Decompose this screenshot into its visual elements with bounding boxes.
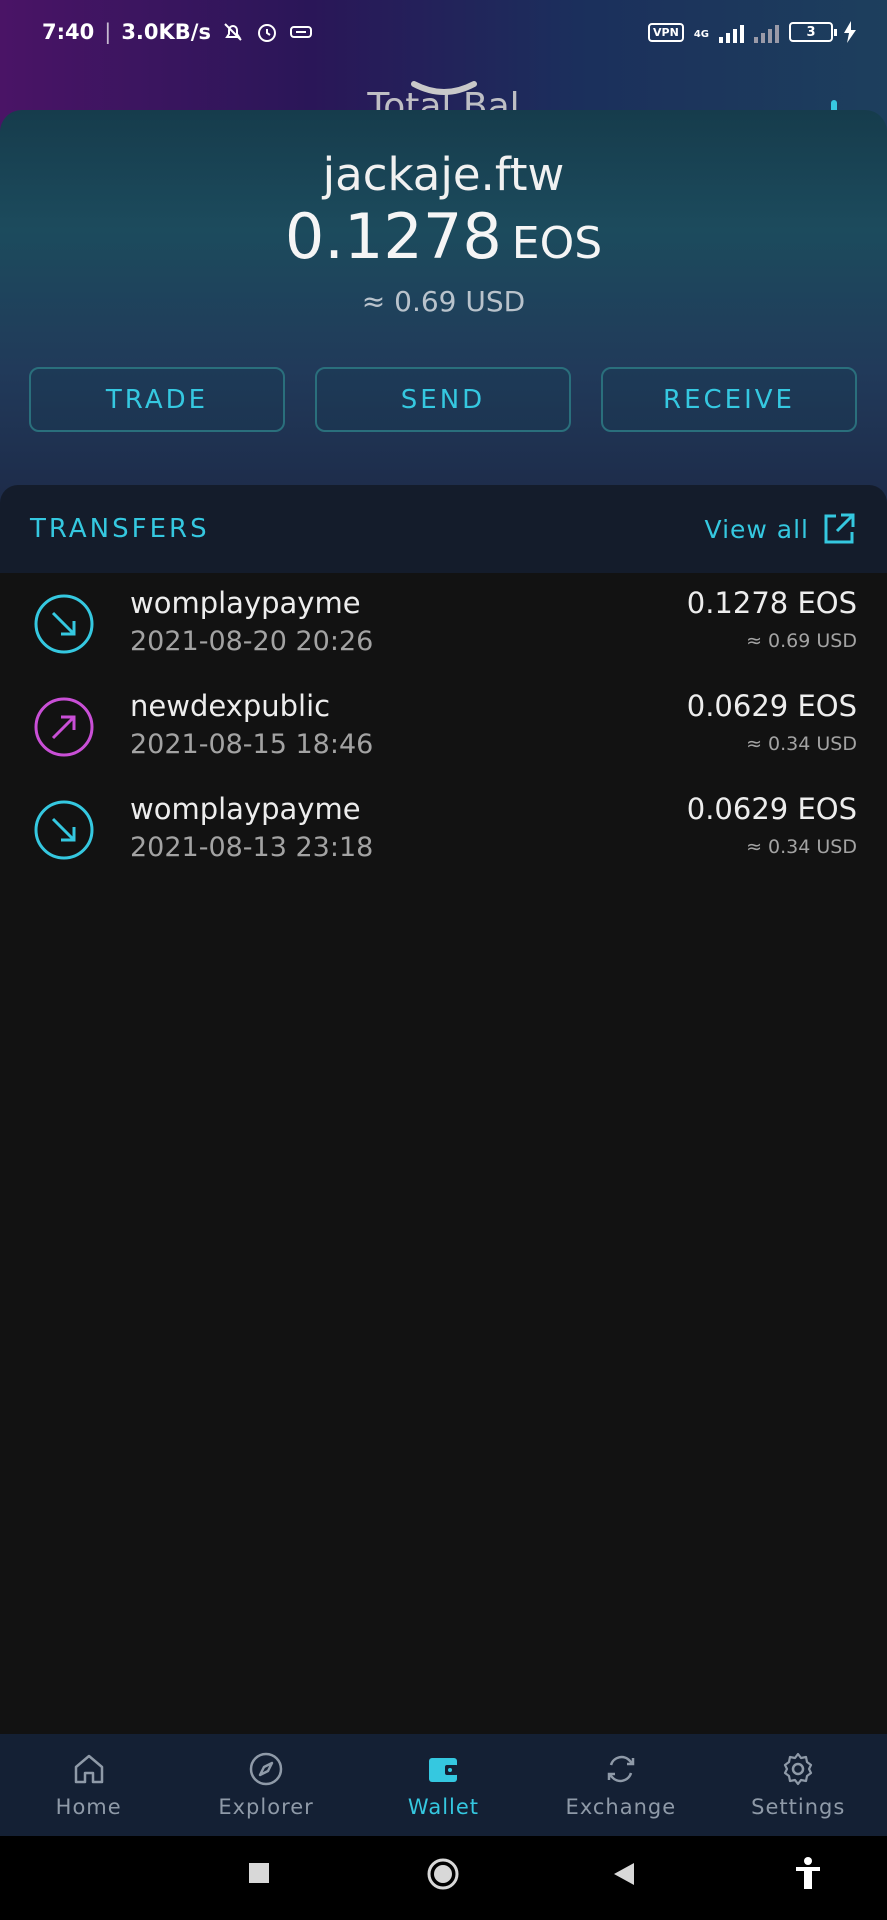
transfer-row[interactable]: newdexpublic 2021-08-15 18:46 0.0629 EOS… [0, 676, 887, 779]
balance-amount: 0.1278 EOS [0, 200, 887, 273]
transfer-row[interactable]: womplaypayme 2021-08-20 20:26 0.1278 EOS… [0, 573, 887, 676]
transfer-date: 2021-08-20 20:26 [130, 626, 374, 657]
balance-fiat: ≈ 0.69 USD [361, 285, 526, 318]
collapse-handle-icon[interactable] [410, 80, 478, 98]
nav-home[interactable]: Home [4, 1751, 174, 1819]
transfer-date: 2021-08-13 23:18 [130, 832, 374, 863]
external-link-icon [824, 513, 855, 544]
outgoing-arrow-icon [34, 697, 94, 757]
transfer-name: womplaypayme [130, 792, 361, 826]
transfer-name: womplaypayme [130, 586, 361, 620]
transfer-amount: 0.1278 EOS [686, 586, 857, 620]
nav-wallet-label: Wallet [407, 1795, 480, 1819]
send-button[interactable]: SEND [315, 367, 571, 432]
transfer-name: newdexpublic [130, 689, 331, 723]
incoming-arrow-icon [34, 800, 94, 860]
transfers-title: TRANSFERS [30, 514, 210, 544]
vpn-badge: VPN [648, 22, 684, 42]
balance-value: 0.1278 [284, 200, 502, 273]
accessibility-icon[interactable] [794, 1856, 822, 1890]
home-button-icon[interactable] [427, 1858, 459, 1890]
mute-icon [224, 23, 242, 41]
nav-home-label: Home [55, 1795, 122, 1819]
system-navigation-bar [0, 1836, 887, 1920]
transfer-fiat: ≈ 0.69 USD [746, 630, 857, 652]
data-saver-icon [289, 26, 312, 38]
receive-button[interactable]: RECEIVE [601, 367, 857, 432]
network-speed: 3.0KB/s [121, 20, 211, 44]
separator: | [104, 20, 112, 44]
transfer-fiat: ≈ 0.34 USD [746, 733, 857, 755]
battery-icon: 3 [789, 22, 837, 42]
network-type: 4G [693, 29, 709, 40]
signal-icon [719, 21, 744, 43]
transfer-list: womplaypayme 2021-08-20 20:26 0.1278 EOS… [0, 573, 887, 882]
bottom-navigation: Home Explorer Wallet Exchange Settings [0, 1734, 887, 1836]
back-icon[interactable] [613, 1862, 635, 1886]
wallet-icon [429, 1758, 459, 1782]
recents-icon[interactable] [248, 1862, 270, 1884]
balance-unit: EOS [511, 218, 603, 269]
nav-wallet[interactable]: Wallet [358, 1751, 528, 1819]
nav-exchange-label: Exchange [565, 1795, 677, 1819]
status-bar: 7:40 | 3.0KB/s VPN 4G 3 [0, 0, 887, 64]
account-name: jackaje.ftw [322, 148, 565, 201]
battery-level: 3 [806, 24, 816, 40]
transfer-row[interactable]: womplaypayme 2021-08-13 23:18 0.0629 EOS… [0, 779, 887, 882]
nav-explorer[interactable]: Explorer [181, 1751, 351, 1819]
home-icon [74, 1754, 103, 1784]
transfer-amount: 0.0629 EOS [686, 689, 857, 723]
transfer-date: 2021-08-15 18:46 [130, 729, 374, 760]
exchange-icon [607, 1755, 635, 1783]
nav-settings-label: Settings [751, 1795, 846, 1819]
nav-explorer-label: Explorer [218, 1795, 314, 1819]
transfers-header: TRANSFERS View all [0, 485, 887, 573]
view-all-label: View all [704, 514, 809, 544]
trade-button[interactable]: TRADE [29, 367, 285, 432]
action-buttons: TRADE SEND RECEIVE [29, 367, 857, 432]
clock: 7:40 [42, 20, 95, 44]
gear-icon [784, 1752, 813, 1786]
signal-2-icon [754, 21, 779, 43]
compass-icon [249, 1752, 283, 1786]
transfer-fiat: ≈ 0.34 USD [746, 836, 857, 858]
view-all-link[interactable]: View all [705, 511, 857, 547]
charging-icon [844, 21, 856, 43]
nav-exchange[interactable]: Exchange [536, 1751, 706, 1819]
transfer-amount: 0.0629 EOS [686, 792, 857, 826]
alarm-icon [257, 24, 276, 42]
nav-settings[interactable]: Settings [713, 1751, 883, 1819]
incoming-arrow-icon [34, 594, 94, 654]
